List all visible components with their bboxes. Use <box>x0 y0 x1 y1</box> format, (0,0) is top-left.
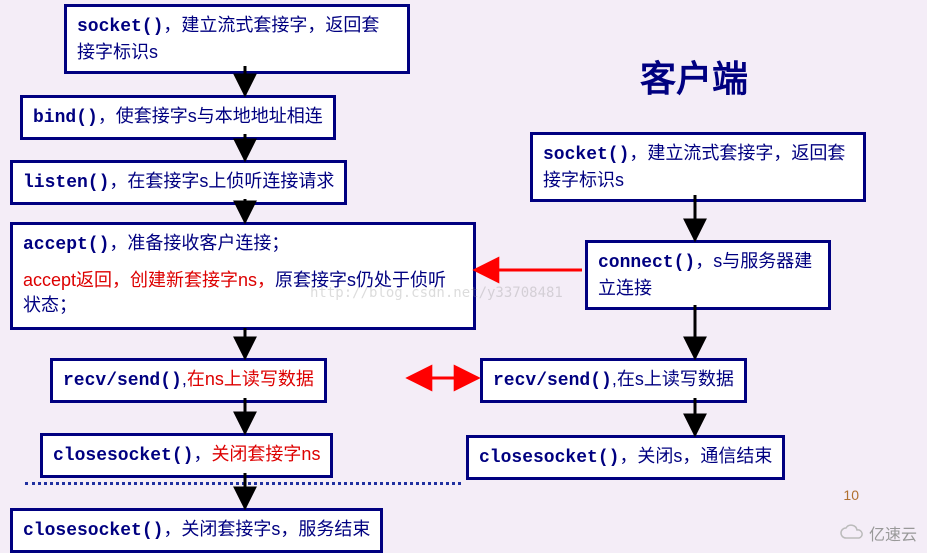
rw-red: 在ns上读写数据 <box>187 369 314 389</box>
server-close-s-box: closesocket()，关闭套接字s，服务结束 <box>10 508 383 553</box>
client-connect-box: connect()，s与服务器建立连接 <box>585 240 831 310</box>
client-rw-box: recv/send(),在s上读写数据 <box>480 358 747 403</box>
server-accept-box: accept()，准备接收客户连接； accept返回，创建新套接字ns，原套接… <box>10 222 476 330</box>
fn-label: socket() <box>543 145 629 165</box>
comma: ， <box>193 444 211 464</box>
client-close-box: closesocket()，关闭s，通信结束 <box>466 435 785 480</box>
server-socket-box: socket()，建立流式套接字，返回套接字标识s <box>64 4 410 74</box>
logo: 亿速云 <box>839 521 917 545</box>
server-rw-box: recv/send(),在ns上读写数据 <box>50 358 327 403</box>
fn-label: closesocket() <box>53 446 193 466</box>
fn-label: socket() <box>77 17 163 37</box>
fn-desc: ，使套接字s与本地地址相连 <box>98 106 323 126</box>
fn-label: recv/send() <box>63 371 182 391</box>
server-close-ns-box: closesocket()，关闭套接字ns <box>40 433 333 478</box>
fn-label: listen() <box>23 173 109 193</box>
fn-label: connect() <box>598 253 695 273</box>
fn-desc: ，准备接收客户连接； <box>109 233 289 253</box>
fn-desc: ,在s上读写数据 <box>612 369 734 389</box>
page-number: 10 <box>843 487 859 503</box>
fn-desc: ，关闭s，通信结束 <box>619 446 772 466</box>
server-listen-box: listen()，在套接字s上侦听连接请求 <box>10 160 347 205</box>
fn-desc: ，在套接字s上侦听连接请求 <box>109 171 334 191</box>
logo-text: 亿速云 <box>869 521 917 545</box>
divider-dotted <box>25 482 461 485</box>
fn-label: closesocket() <box>479 448 619 468</box>
client-title: 客户端 <box>640 50 748 102</box>
close-red: 关闭套接字ns <box>211 444 320 464</box>
client-socket-box: socket()，建立流式套接字，返回套接字标识s <box>530 132 866 202</box>
fn-label: closesocket() <box>23 521 163 541</box>
fn-label: accept() <box>23 235 109 255</box>
server-bind-box: bind()，使套接字s与本地地址相连 <box>20 95 336 140</box>
fn-label: recv/send() <box>493 371 612 391</box>
fn-label: bind() <box>33 108 98 128</box>
cloud-icon <box>839 524 865 542</box>
fn-desc: ，关闭套接字s，服务结束 <box>163 519 370 539</box>
watermark: http://blog.csdn.net/y33708481 <box>310 285 563 301</box>
accept-return-text: accept返回，创建新套接字ns， <box>23 270 275 290</box>
